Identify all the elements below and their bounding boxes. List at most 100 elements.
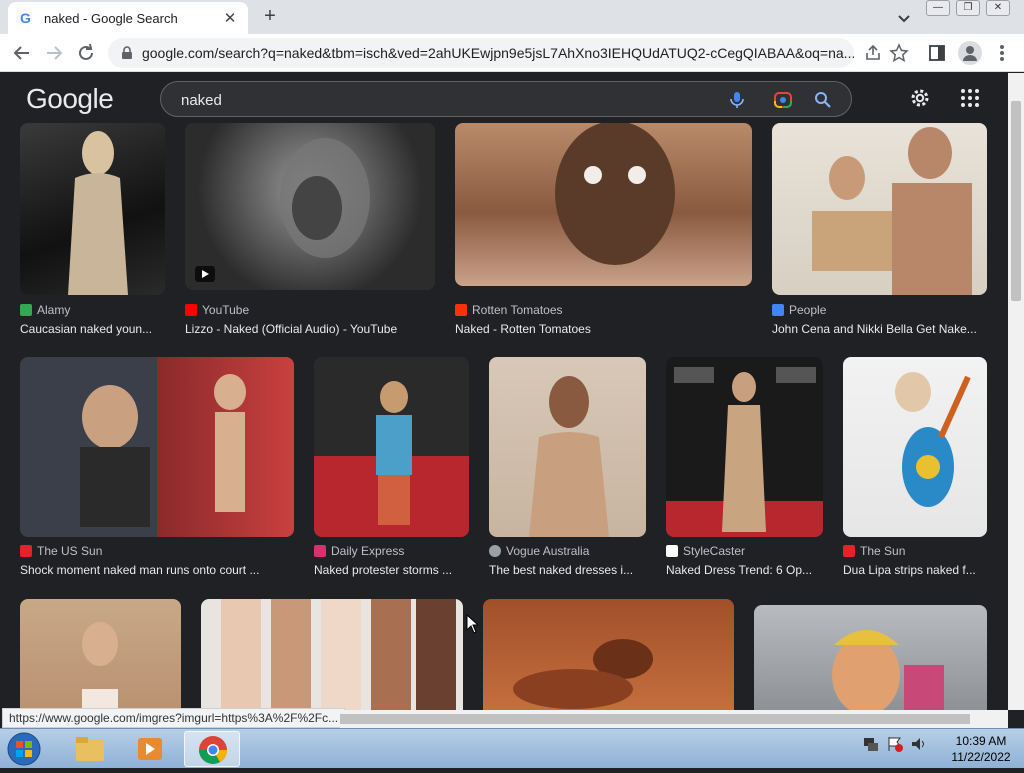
windows-start-icon[interactable] xyxy=(4,731,44,767)
result-thumbnail[interactable] xyxy=(455,123,752,286)
volume-icon[interactable] xyxy=(910,735,928,753)
taskbar-chrome[interactable] xyxy=(184,731,240,767)
search-input[interactable] xyxy=(181,89,701,111)
tab-search-chevron-icon[interactable] xyxy=(893,7,915,29)
source-name: Vogue Australia xyxy=(506,544,590,558)
result-thumbnail[interactable] xyxy=(185,123,435,290)
portrait-silhouette xyxy=(280,138,370,258)
result-source[interactable]: People xyxy=(772,303,826,317)
source-name: The Sun xyxy=(860,544,906,558)
microphone-icon[interactable] xyxy=(727,90,747,110)
source-name: People xyxy=(789,303,827,317)
forward-arrow-icon[interactable] xyxy=(42,41,66,65)
result-caption[interactable]: Naked Dress Trend: 6 Op... xyxy=(666,563,823,577)
dress-model xyxy=(529,376,609,537)
lock-icon[interactable] xyxy=(120,46,134,60)
result-caption[interactable]: The best naked dresses i... xyxy=(489,563,646,577)
result-source[interactable]: The US Sun xyxy=(20,544,102,558)
apps-grid-icon[interactable] xyxy=(958,86,982,110)
result-thumbnail[interactable] xyxy=(843,357,987,537)
image-results-grid: Alamy Caucasian naked youn... YouTube Li… xyxy=(0,123,1008,710)
result-source[interactable]: Daily Express xyxy=(314,544,404,558)
statue-scene xyxy=(832,630,944,710)
daily-express-favicon-icon xyxy=(314,545,326,557)
share-icon[interactable] xyxy=(862,42,884,64)
horizontal-scrollbar[interactable] xyxy=(340,710,1008,728)
more-vert-icon[interactable] xyxy=(992,41,1012,65)
profile-avatar[interactable] xyxy=(958,41,982,65)
gear-icon[interactable] xyxy=(908,86,932,110)
result-thumbnail[interactable] xyxy=(666,357,823,537)
reload-icon[interactable] xyxy=(74,41,98,65)
face-silhouette xyxy=(555,123,675,265)
person-silhouette xyxy=(68,131,128,295)
result-thumbnail[interactable] xyxy=(772,123,987,295)
network-icon[interactable] xyxy=(862,735,880,753)
taskbar: 10:39 AM 11/22/2022 xyxy=(0,728,1024,768)
google-header: Google xyxy=(0,73,1008,123)
result-source[interactable]: Vogue Australia xyxy=(489,544,589,558)
result-thumbnail[interactable] xyxy=(201,599,463,710)
result-source[interactable]: Rotten Tomatoes xyxy=(455,303,563,317)
svg-text:G: G xyxy=(20,10,31,26)
source-name: Rotten Tomatoes xyxy=(472,303,563,317)
scrollbar-thumb[interactable] xyxy=(340,714,970,724)
system-tray xyxy=(862,735,928,753)
result-thumbnail[interactable] xyxy=(314,357,469,537)
result-caption[interactable]: Dua Lipa strips naked f... xyxy=(843,563,987,577)
search-icon[interactable] xyxy=(813,90,833,110)
people-favicon-icon xyxy=(772,304,784,316)
restore-button[interactable]: ❐ xyxy=(956,0,980,16)
back-arrow-icon[interactable] xyxy=(10,41,34,65)
result-thumbnail[interactable] xyxy=(20,599,181,710)
stylecaster-favicon-icon xyxy=(666,545,678,557)
result-thumbnail[interactable] xyxy=(754,605,987,710)
vertical-scrollbar[interactable] xyxy=(1008,73,1024,710)
result-thumbnail[interactable] xyxy=(483,599,734,710)
result-thumbnail[interactable] xyxy=(489,357,646,537)
result-source[interactable]: YouTube xyxy=(185,303,249,317)
google-lens-icon[interactable] xyxy=(773,90,793,110)
result-caption[interactable]: Shock moment naked man runs onto court .… xyxy=(20,563,294,577)
bookmark-star-icon[interactable] xyxy=(888,42,910,64)
protester-scene xyxy=(376,381,412,525)
taskbar-explorer[interactable] xyxy=(62,731,118,767)
result-source[interactable]: Alamy xyxy=(20,303,70,317)
video-play-icon xyxy=(195,266,215,282)
taskbar-media-player[interactable] xyxy=(122,731,178,767)
result-thumbnail[interactable] xyxy=(20,357,294,537)
beach-model xyxy=(82,622,118,710)
scrollbar-thumb[interactable] xyxy=(1011,101,1021,301)
window-controls: — ❐ ✕ xyxy=(926,0,1016,16)
result-source[interactable]: StyleCaster xyxy=(666,544,745,558)
result-caption[interactable]: Naked protester storms ... xyxy=(314,563,469,577)
media-player-icon xyxy=(138,738,162,760)
minimize-button[interactable]: — xyxy=(926,0,950,16)
source-name: YouTube xyxy=(202,303,250,317)
mouse-cursor-icon xyxy=(466,614,478,634)
result-caption[interactable]: Lizzo - Naked (Official Audio) - YouTube xyxy=(185,322,435,336)
new-tab-button[interactable]: + xyxy=(258,5,282,29)
guitar-model xyxy=(895,372,971,507)
system-clock[interactable]: 10:39 AM 11/22/2022 xyxy=(944,733,1018,765)
court-scene xyxy=(80,374,246,527)
result-caption[interactable]: Caucasian naked youn... xyxy=(20,322,165,336)
tab-close-icon[interactable]: ✕ xyxy=(222,9,238,27)
browser-tab[interactable]: G naked - Google Search ✕ xyxy=(8,2,248,34)
result-caption[interactable]: John Cena and Nikki Bella Get Nake... xyxy=(772,322,987,336)
us-sun-favicon-icon xyxy=(20,545,32,557)
the-sun-favicon-icon xyxy=(843,545,855,557)
flag-alert-icon[interactable] xyxy=(886,735,904,753)
tab-strip: G naked - Google Search ✕ + — ❐ ✕ xyxy=(0,0,1024,34)
alamy-favicon-icon xyxy=(20,304,32,316)
url-text: google.com/search?q=naked&tbm=isch&ved=2… xyxy=(141,45,854,61)
result-source[interactable]: The Sun xyxy=(843,544,905,558)
result-thumbnail[interactable] xyxy=(20,123,165,295)
globe-favicon-icon xyxy=(489,545,501,557)
close-window-button[interactable]: ✕ xyxy=(986,0,1010,16)
google-logo[interactable]: Google xyxy=(26,83,114,115)
result-caption[interactable]: Naked - Rotten Tomatoes xyxy=(455,322,752,336)
address-bar[interactable]: google.com/search?q=naked&tbm=isch&ved=2… xyxy=(108,38,854,68)
side-panel-icon[interactable] xyxy=(926,42,948,64)
legs-group xyxy=(221,599,456,710)
